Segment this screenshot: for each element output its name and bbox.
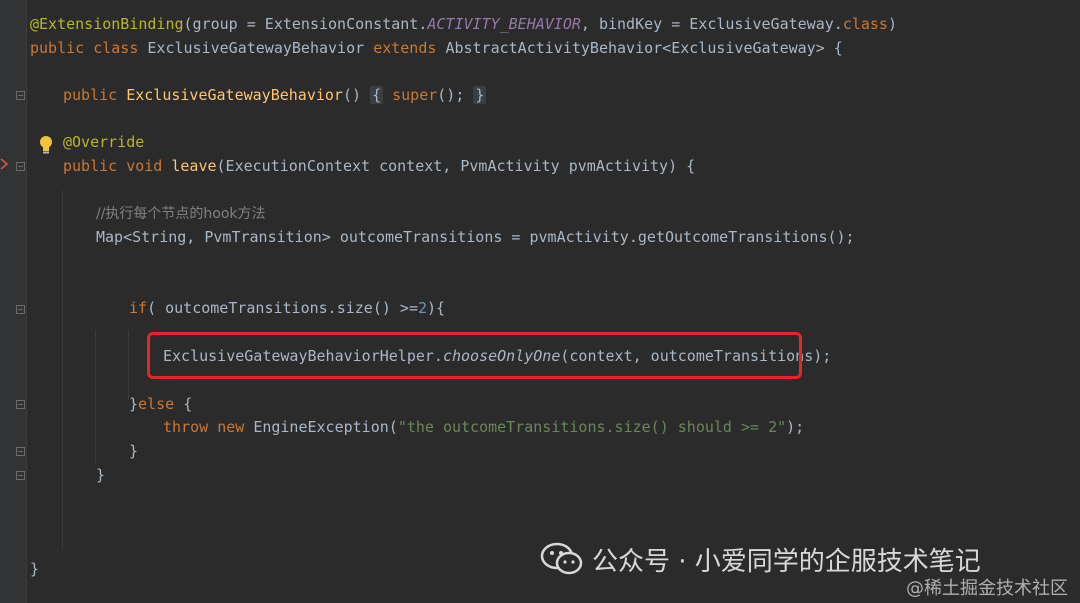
keyword-token: public [63,86,118,104]
keyword-token: new [217,418,245,436]
code-token: } [96,466,106,484]
fold-marker-icon[interactable] [16,400,25,409]
keyword-token: throw [163,418,209,436]
code-line-override[interactable]: @Override [63,131,144,153]
keyword-token: class [842,15,888,33]
class-name-token: ExclusiveGatewayBehavior [147,39,365,57]
annotation-token: @ExtensionBinding [30,15,184,33]
keyword-token: extends [373,39,437,57]
comment-token: //执行每个节点的hook方法 [96,206,266,222]
number-token: 2 [418,299,428,317]
folded-brace[interactable]: { [370,86,384,104]
code-token: (); [437,86,465,104]
lightbulb-icon[interactable] [38,135,54,155]
code-line-if-statement[interactable]: if( outcomeTransitions.size() >=2){ [129,297,445,319]
indent-guide [128,330,129,400]
code-line-outcome-transitions[interactable]: Map<String, PvmTransition> outcomeTransi… [96,226,855,248]
fold-marker-icon[interactable] [16,305,25,314]
folded-brace[interactable]: } [473,86,487,104]
keyword-token: public [30,39,85,57]
fold-marker-icon[interactable] [16,162,25,171]
code-line-close-brace[interactable]: } [96,464,105,486]
code-line-close-brace[interactable]: } [30,558,39,580]
code-token: } [129,395,139,413]
keyword-token: public [63,157,118,175]
string-token: "the outcomeTransitions.size() should >=… [397,418,787,436]
code-token: ( outcomeTransitions.size() >= [147,299,418,317]
code-line-throw[interactable]: throw new EngineException("the outcomeTr… [163,416,804,438]
fold-marker-icon[interactable] [16,471,25,480]
code-token: , bindKey = ExclusiveGateway. [580,15,843,33]
method-name-token: ExclusiveGatewayBehavior [126,86,343,104]
code-line-annotation-binding[interactable]: @ExtensionBinding(group = ExtensionConst… [30,13,897,35]
code-token: (ExecutionContext context, PvmActivity p… [216,157,696,175]
highlight-box [147,332,802,379]
code-line-leave-method[interactable]: public void leave(ExecutionContext conte… [63,155,695,177]
keyword-token: void [126,157,163,175]
keyword-token: else [138,395,175,413]
watermark: 公众号 · 小爱同学的企服技术笔记 [540,541,981,577]
constant-token: ACTIVITY_BEHAVIOR [427,15,581,33]
code-token: } [129,442,139,460]
site-watermark: @稀土掘金技术社区 [906,578,1068,599]
fold-marker-icon[interactable] [16,91,25,100]
code-token: (group = ExtensionConstant. [183,15,428,33]
keyword-token: super [392,86,438,104]
code-token: () [342,86,362,104]
code-token: Map<String, PvmTransition> outcomeTransi… [96,228,855,246]
keyword-token: class [93,39,139,57]
code-token: AbstractActivityBehavior<ExclusiveGatewa… [445,39,843,57]
code-token: ) [887,15,897,33]
annotation-token: @Override [63,133,145,151]
indent-guide [62,190,63,550]
override-marker-icon[interactable] [0,158,8,170]
code-token: ); [786,418,805,436]
gutter-separator [26,0,27,603]
keyword-token: if [129,299,148,317]
code-token: EngineException( [253,418,398,436]
code-line-class-declaration[interactable]: public class ExclusiveGatewayBehavior ex… [30,37,843,59]
watermark-text: 公众号 · 小爱同学的企服技术笔记 [592,546,981,577]
code-line-comment[interactable]: //执行每个节点的hook方法 [96,202,266,224]
method-name-token: leave [171,157,217,175]
fold-marker-icon[interactable] [16,447,25,456]
code-line-else[interactable]: }else { [129,393,192,415]
code-token: ){ [427,299,446,317]
code-token: { [183,395,193,413]
code-line-constructor[interactable]: public ExclusiveGatewayBehavior() { supe… [63,84,487,106]
wechat-icon [540,542,583,575]
indent-guide [95,330,96,465]
code-line-close-brace[interactable]: } [129,440,138,462]
code-token: } [30,560,40,578]
